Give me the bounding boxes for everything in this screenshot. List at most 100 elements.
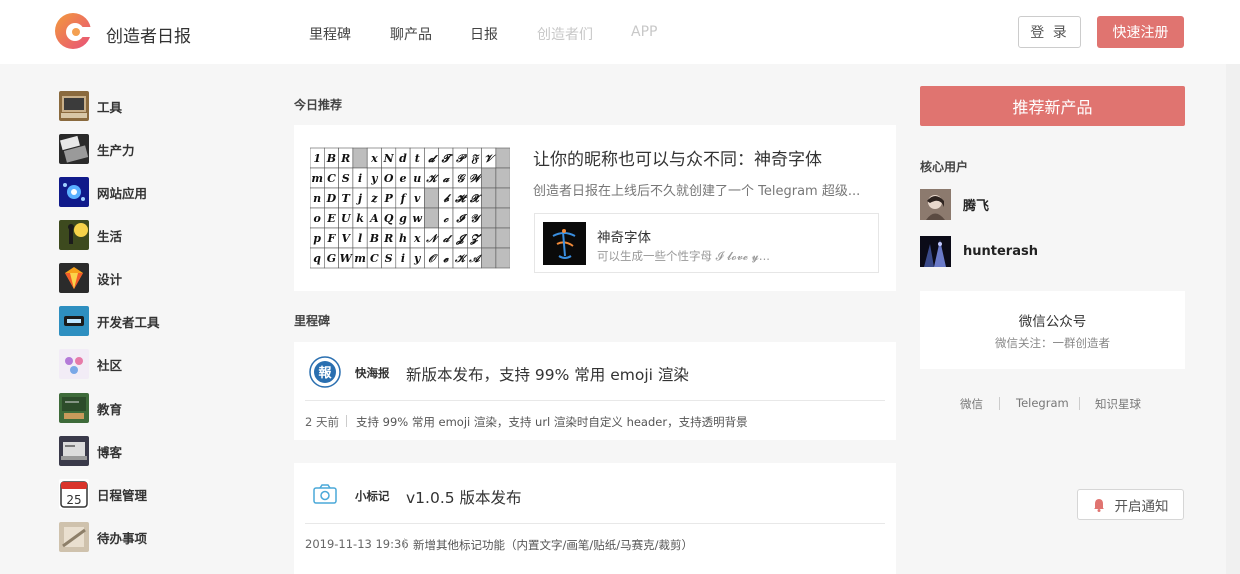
productivity-icon	[59, 134, 89, 164]
sidebar-item-label: 设计	[97, 271, 123, 287]
register-button[interactable]: 快速注册	[1097, 16, 1184, 48]
sidebar-item-label: 社区	[97, 357, 123, 373]
sidebar-item-tools[interactable]: 工具	[59, 90, 122, 122]
font-grid-glyph: S	[385, 252, 393, 265]
sidebar-item-life[interactable]: 生活	[59, 219, 122, 251]
product-card[interactable]: 神奇字体 可以生成一些个性字母 𝓘 𝓵𝓸𝓿𝓮 𝔂...	[534, 213, 879, 273]
link-zsxq[interactable]: 知识星球	[1095, 396, 1141, 412]
sidebar-item-calendar[interactable]: 25 日程管理	[59, 478, 147, 510]
sidebar-item-web-apps[interactable]: 网站应用	[59, 176, 147, 208]
notify-label: 开启通知	[1114, 498, 1169, 515]
sidebar-item-label: 博客	[97, 444, 123, 460]
bell-icon	[1093, 498, 1104, 512]
user-name[interactable]: 腾飞	[963, 195, 989, 214]
feature-description: 创造者日报在上线后不久就创建了一个 Telegram 超级...	[533, 184, 861, 199]
developer-tools-icon	[59, 306, 89, 336]
font-grid-glyph: R	[383, 232, 393, 245]
font-grid-glyph: t	[415, 152, 420, 165]
nav-milestones[interactable]: 里程碑	[309, 24, 351, 44]
sidebar-item-label: 工具	[97, 99, 123, 115]
milestone-title[interactable]: v1.0.5 版本发布	[406, 486, 522, 508]
font-grid-glyph: T	[342, 192, 351, 205]
font-grid-cell	[481, 187, 497, 209]
milestone-title[interactable]: 新版本发布，支持 99% 常用 emoji 渲染	[406, 363, 689, 385]
font-grid-glyph: W	[340, 252, 354, 265]
milestone-detail: 新增其他标记功能（内置文字/画笔/贴纸/马赛克/裁剪）	[413, 538, 693, 552]
notify-button[interactable]: 开启通知	[1077, 489, 1184, 520]
font-grid-glyph: P	[384, 192, 394, 205]
sidebar-item-developer-tools[interactable]: 开发者工具	[59, 305, 160, 337]
link-wechat[interactable]: 微信	[960, 396, 983, 412]
font-grid-cell	[495, 147, 510, 169]
brand-name[interactable]: 创造者日报	[106, 22, 191, 47]
font-grid-glyph: U	[341, 212, 352, 225]
font-grid-glyph: o	[313, 212, 320, 225]
font-grid-glyph: V	[341, 232, 351, 245]
nav-app[interactable]: APP	[631, 24, 657, 40]
divider	[305, 400, 885, 401]
font-grid-image: 1 B Rx Nd t 𝓭 𝓣 𝒫 𝔉 𝒱m C Si y Oe u 𝒦𝒶 𝒢 𝒲n D Tj z Pf v 𝒷 𝓗 𝓧o E Uk A…	[310, 147, 510, 269]
font-grid-cell	[424, 207, 440, 229]
separator	[346, 415, 347, 427]
scrollbar[interactable]	[1226, 64, 1240, 574]
core-user-item[interactable]: 腾飞	[920, 188, 989, 220]
font-grid-cell	[424, 187, 440, 209]
font-grid-glyph: h	[399, 232, 407, 245]
design-icon	[59, 263, 89, 293]
font-grid-cell	[481, 207, 497, 229]
nav-creators[interactable]: 创造者们	[537, 24, 593, 44]
kuaihaibao-logo-icon: 報	[309, 356, 341, 388]
web-apps-icon	[59, 177, 89, 207]
font-grid-glyph: O	[384, 172, 394, 185]
font-grid-cell	[495, 187, 510, 209]
font-grid-cell	[352, 147, 368, 169]
life-icon	[59, 220, 89, 250]
font-grid-glyph: m	[311, 172, 323, 185]
top-header: 创造者日报 里程碑 聊产品 日报 创造者们 APP 登 录 快速注册	[0, 0, 1240, 64]
milestone-card[interactable]	[294, 463, 896, 574]
sidebar-item-label: 教育	[97, 401, 123, 417]
user-name[interactable]: hunterash	[963, 244, 1038, 259]
font-grid-cell	[481, 227, 497, 249]
logo-icon[interactable]	[54, 12, 92, 50]
sidebar-item-todo[interactable]: 待办事项	[59, 521, 147, 553]
font-grid-cell	[495, 167, 510, 189]
product-thumbnail	[543, 222, 586, 265]
font-grid-cell	[495, 247, 510, 269]
product-name: 神奇字体	[597, 230, 651, 246]
font-grid-glyph: S	[342, 172, 350, 185]
wechat-card: 微信公众号 微信关注：一群创造者	[920, 291, 1185, 369]
blog-icon	[59, 436, 89, 466]
font-grid-glyph: N	[383, 152, 395, 165]
font-grid-glyph: A	[369, 212, 379, 225]
feature-title[interactable]: 让你的昵称也可以与众不同：神奇字体	[533, 145, 822, 170]
font-grid-glyph: F	[327, 232, 337, 245]
link-telegram[interactable]: Telegram	[1016, 396, 1069, 410]
calendar-day-text: 25	[66, 493, 81, 507]
recommend-product-button[interactable]: 推荐新产品	[920, 86, 1185, 126]
font-grid-glyph: 1	[313, 152, 321, 165]
milestone-time: 2 天前	[305, 415, 339, 429]
font-grid-glyph: q	[313, 252, 321, 265]
nav-daily[interactable]: 日报	[470, 24, 498, 44]
milestone-source[interactable]: 快海报	[355, 365, 390, 381]
nav-talk-product[interactable]: 聊产品	[390, 24, 432, 44]
sidebar-item-label: 待办事项	[97, 530, 148, 546]
sidebar-item-blog[interactable]: 博客	[59, 435, 122, 467]
avatar[interactable]	[920, 188, 951, 220]
sidebar-item-community[interactable]: 社区	[59, 348, 122, 380]
core-user-item[interactable]: hunterash	[920, 235, 1038, 267]
font-grid-glyph: B	[326, 152, 336, 165]
font-grid-glyph: x	[413, 232, 421, 245]
sidebar-item-label: 生活	[97, 228, 123, 244]
avatar[interactable]	[920, 235, 951, 267]
sidebar-item-productivity[interactable]: 生产力	[59, 133, 135, 165]
font-grid-glyph: u	[413, 172, 421, 185]
sidebar-item-label: 日程管理	[97, 487, 148, 503]
login-button[interactable]: 登 录	[1018, 16, 1081, 48]
sidebar-item-design[interactable]: 设计	[59, 262, 122, 294]
sidebar-item-education[interactable]: 教育	[59, 392, 122, 424]
font-grid-cell	[495, 227, 510, 249]
milestone-source[interactable]: 小标记	[355, 488, 390, 504]
sidebar-item-label: 网站应用	[97, 185, 148, 201]
